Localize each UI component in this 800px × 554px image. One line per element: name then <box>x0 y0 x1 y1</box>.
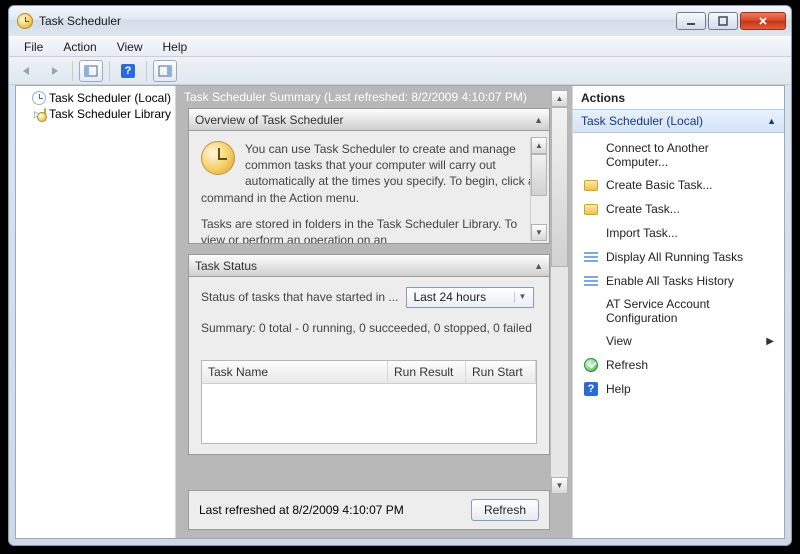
toolbar-separator <box>72 61 73 81</box>
blank-icon <box>583 147 599 163</box>
app-clock-icon <box>17 13 33 29</box>
collapse-icon[interactable]: ▲ <box>534 261 543 271</box>
chevron-down-icon: ▼ <box>514 292 529 303</box>
overview-scrollbar[interactable]: ▲ ▼ <box>530 137 547 241</box>
scroll-up-icon[interactable]: ▲ <box>551 90 568 107</box>
new-task-icon <box>583 201 599 217</box>
scroll-down-icon[interactable]: ▼ <box>531 224 547 241</box>
collapse-icon[interactable]: ▲ <box>534 115 543 125</box>
overview-clock-icon <box>201 141 235 175</box>
menu-file[interactable]: File <box>15 38 52 56</box>
back-button[interactable] <box>15 60 39 82</box>
minimize-button[interactable] <box>676 12 706 30</box>
action-create-basic-task[interactable]: Create Basic Task... <box>573 173 784 197</box>
status-summary-text: Summary: 0 total - 0 running, 0 succeede… <box>201 320 537 336</box>
actions-title: Actions <box>573 86 784 109</box>
action-label: AT Service Account Configuration <box>606 297 774 325</box>
task-status-title: Task Status <box>195 259 257 273</box>
toolbar-separator <box>109 61 110 81</box>
action-label: Import Task... <box>606 226 678 240</box>
actions-pane: Actions Task Scheduler (Local) ▲ Connect… <box>572 86 784 538</box>
tree-pane[interactable]: Task Scheduler (Local) ▷ Task Scheduler … <box>16 86 176 538</box>
refresh-button[interactable]: Refresh <box>471 499 539 521</box>
task-status-panel: Task Status ▲ Status of tasks that have … <box>188 254 550 455</box>
scroll-thumb[interactable] <box>551 107 568 267</box>
clock-icon <box>32 91 46 105</box>
actions-scope-header[interactable]: Task Scheduler (Local) ▲ <box>573 109 784 133</box>
close-button[interactable] <box>740 12 786 30</box>
action-label: Connect to Another Computer... <box>606 141 774 169</box>
actions-scope-label: Task Scheduler (Local) <box>581 114 703 128</box>
toolbar: ? <box>9 57 791 85</box>
last-refreshed-text: Last refreshed at 8/2/2009 4:10:07 PM <box>199 503 404 517</box>
status-range-label: Status of tasks that have started in ... <box>201 289 398 305</box>
action-label: View <box>606 334 632 348</box>
action-label: Help <box>606 382 631 396</box>
overview-header[interactable]: Overview of Task Scheduler ▲ <box>189 109 549 131</box>
menu-view[interactable]: View <box>108 38 152 56</box>
overview-text-1: You can use Task Scheduler to create and… <box>201 141 537 206</box>
action-import-task[interactable]: Import Task... <box>573 221 784 245</box>
menubar: File Action View Help <box>9 36 791 57</box>
toolbar-separator <box>146 61 147 81</box>
help-icon: ? <box>121 64 135 78</box>
tree-library-label: Task Scheduler Library <box>49 107 171 121</box>
scroll-thumb[interactable] <box>531 154 547 196</box>
action-connect[interactable]: Connect to Another Computer... <box>573 137 784 173</box>
action-display-running[interactable]: Display All Running Tasks <box>573 245 784 269</box>
library-folder-icon <box>44 108 46 121</box>
overview-panel: Overview of Task Scheduler ▲ You can use… <box>188 108 550 244</box>
scroll-down-icon[interactable]: ▼ <box>551 477 568 494</box>
action-label: Enable All Tasks History <box>606 274 734 288</box>
center-scrollbar[interactable]: ▲ ▼ <box>551 90 568 494</box>
scroll-up-icon[interactable]: ▲ <box>531 137 547 154</box>
action-enable-history[interactable]: Enable All Tasks History <box>573 269 784 293</box>
titlebar[interactable]: Task Scheduler <box>9 6 791 36</box>
col-run-result[interactable]: Run Result <box>388 361 466 383</box>
window-title: Task Scheduler <box>39 14 668 28</box>
tree-root-label: Task Scheduler (Local) <box>49 91 171 105</box>
show-hide-actions-button[interactable] <box>153 60 177 82</box>
status-range-select[interactable]: Last 24 hours ▼ <box>406 287 534 308</box>
blank-icon <box>583 333 599 349</box>
show-hide-tree-button[interactable] <box>79 60 103 82</box>
wizard-icon <box>583 177 599 193</box>
app-window: Task Scheduler File Action View Help <box>8 5 792 546</box>
blank-icon <box>583 303 599 319</box>
forward-button[interactable] <box>42 60 66 82</box>
action-label: Refresh <box>606 358 648 372</box>
help-button[interactable]: ? <box>116 60 140 82</box>
center-footer: Last refreshed at 8/2/2009 4:10:07 PM Re… <box>188 490 550 530</box>
col-run-start[interactable]: Run Start <box>466 361 536 383</box>
action-create-task[interactable]: Create Task... <box>573 197 784 221</box>
history-icon <box>583 273 599 289</box>
task-status-header[interactable]: Task Status ▲ <box>189 255 549 277</box>
status-range-value: Last 24 hours <box>413 289 486 305</box>
workspace: Task Scheduler (Local) ▷ Task Scheduler … <box>15 85 785 539</box>
action-label: Display All Running Tasks <box>606 250 743 264</box>
list-icon <box>583 249 599 265</box>
task-status-grid[interactable]: Task Name Run Result Run Start <box>201 360 537 444</box>
action-view-submenu[interactable]: View ▶ <box>573 329 784 353</box>
refresh-icon <box>583 357 599 373</box>
action-label: Create Task... <box>606 202 680 216</box>
collapse-icon[interactable]: ▲ <box>767 116 776 126</box>
action-label: Create Basic Task... <box>606 178 713 192</box>
action-at-service[interactable]: AT Service Account Configuration <box>573 293 784 329</box>
menu-help[interactable]: Help <box>154 38 197 56</box>
help-icon: ? <box>583 381 599 397</box>
maximize-button[interactable] <box>708 12 738 30</box>
action-help[interactable]: ? Help <box>573 377 784 401</box>
menu-action[interactable]: Action <box>54 38 105 56</box>
tree-root[interactable]: Task Scheduler (Local) <box>18 90 173 106</box>
overview-title: Overview of Task Scheduler <box>195 113 344 127</box>
submenu-arrow-icon: ▶ <box>766 336 774 347</box>
tree-library[interactable]: ▷ Task Scheduler Library <box>18 106 173 122</box>
action-refresh[interactable]: Refresh <box>573 353 784 377</box>
center-pane: Task Scheduler Summary (Last refreshed: … <box>176 86 572 538</box>
col-task-name[interactable]: Task Name <box>202 361 388 383</box>
summary-heading: Task Scheduler Summary (Last refreshed: … <box>176 86 572 108</box>
blank-icon <box>583 225 599 241</box>
overview-text-2: Tasks are stored in folders in the Task … <box>201 216 537 244</box>
